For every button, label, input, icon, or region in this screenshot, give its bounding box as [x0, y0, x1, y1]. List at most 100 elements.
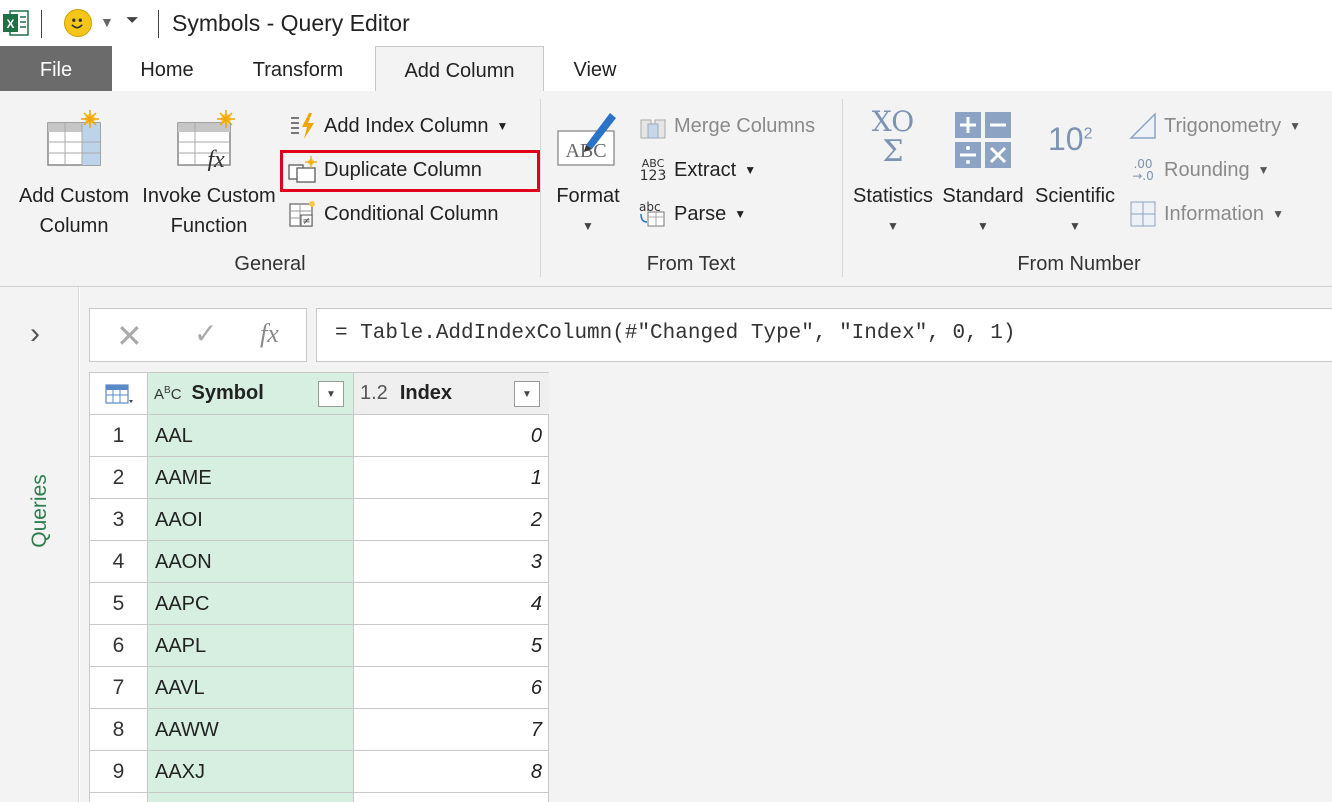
symbol-cell[interactable]: AAME	[148, 457, 354, 499]
invoke-custom-function-label-line2: Function	[170, 215, 248, 237]
table-menu-icon[interactable]	[90, 373, 148, 415]
invoke-custom-function-button[interactable]: fx Invoke Custom Function	[138, 107, 280, 247]
row-number[interactable]: 2	[90, 457, 148, 499]
conditional-column-button[interactable]: ≠ Conditional Column	[288, 197, 499, 231]
rounding-button[interactable]: .00 →.0 Rounding ▼	[1128, 153, 1270, 187]
symbol-cell[interactable]: AAVL	[148, 667, 354, 709]
cancel-formula-icon[interactable]: ✕	[116, 317, 143, 355]
feedback-dropdown-icon[interactable]: ▼	[100, 14, 114, 30]
row-number[interactable]: 4	[90, 541, 148, 583]
group-separator	[842, 99, 843, 277]
parse-button[interactable]: abc Parse ▼	[638, 197, 746, 231]
information-dropdown-icon[interactable]: ▼	[1272, 207, 1284, 221]
information-button[interactable]: Information ▼	[1128, 197, 1284, 231]
table-row-partial	[90, 793, 549, 802]
extract-dropdown-icon[interactable]: ▼	[744, 163, 756, 177]
rounding-dropdown-icon[interactable]: ▼	[1258, 163, 1270, 177]
row-number[interactable]: 8	[90, 709, 148, 751]
statistics-button[interactable]: XO Σ Statistics ▼	[848, 107, 938, 247]
decimal-type-icon[interactable]: 1.2	[360, 382, 388, 405]
column-header-symbol-label: Symbol	[191, 382, 264, 404]
add-custom-column-label-line2: Column	[39, 215, 109, 237]
table-row: 7 AAVL 6	[90, 667, 549, 709]
formula-text[interactable]: = Table.AddIndexColumn(#"Changed Type", …	[335, 322, 1016, 345]
formula-controls: ✕ ✓ fx	[89, 308, 307, 362]
queries-pane-label[interactable]: Queries	[28, 463, 52, 559]
index-cell[interactable]: 0	[354, 415, 549, 457]
parse-dropdown-icon[interactable]: ▼	[734, 207, 746, 221]
index-cell[interactable]: 4	[354, 583, 549, 625]
extract-button[interactable]: ABC 123 Extract ▼	[638, 153, 757, 187]
ribbon-tab-bar: File Home Transform Add Column View	[0, 46, 1332, 93]
column-header-symbol[interactable]: ABC Symbol ▼	[148, 373, 354, 415]
add-index-column-button[interactable]: Add Index Column ▼	[288, 109, 508, 143]
extract-icon-text-top: ABC	[641, 156, 665, 170]
format-dropdown-icon: ▼	[582, 219, 594, 233]
column-header-index[interactable]: 1.2 Index ▼	[354, 373, 549, 415]
index-cell[interactable]: 1	[354, 457, 549, 499]
row-number[interactable]: 9	[90, 751, 148, 793]
svg-text:X: X	[6, 17, 14, 31]
index-cell[interactable]: 7	[354, 709, 549, 751]
statistics-icon-top: XO	[871, 105, 915, 138]
tab-home[interactable]: Home	[120, 46, 214, 92]
parse-icon: abc	[638, 200, 668, 228]
symbol-cell[interactable]: AAXJ	[148, 751, 354, 793]
scientific-button[interactable]: 102 Scientific ▼	[1030, 107, 1120, 247]
add-index-column-dropdown-icon[interactable]: ▼	[497, 119, 509, 133]
statistics-label: Statistics	[852, 185, 934, 207]
scientific-label: Scientific	[1034, 185, 1116, 207]
smiley-feedback-icon[interactable]	[64, 9, 92, 37]
window-title: Symbols - Query Editor	[172, 10, 410, 36]
customize-qat-icon[interactable]: ⏷	[126, 12, 139, 30]
rounding-icon: .00 →.0	[1132, 157, 1154, 183]
add-custom-column-label-line1: Add Custom	[18, 185, 130, 207]
index-cell[interactable]: 6	[354, 667, 549, 709]
merge-columns-icon	[638, 112, 668, 140]
excel-icon[interactable]: X	[2, 9, 30, 37]
row-number[interactable]: 5	[90, 583, 148, 625]
format-button[interactable]: ABC Format ▼	[550, 107, 626, 247]
column-header-index-label: Index	[399, 382, 453, 404]
scientific-icon-exponent: 2	[1083, 125, 1093, 143]
fx-icon[interactable]: fx	[260, 319, 279, 349]
index-filter-dropdown-icon[interactable]: ▼	[514, 381, 540, 407]
symbol-cell-partial	[148, 793, 354, 802]
index-cell[interactable]: 5	[354, 625, 549, 667]
tab-view[interactable]: View	[553, 46, 637, 92]
tab-transform[interactable]: Transform	[228, 46, 368, 92]
index-cell[interactable]: 3	[354, 541, 549, 583]
extract-label: Extract	[674, 158, 737, 181]
group-label-from-number: From Number	[1017, 253, 1141, 275]
symbol-cell[interactable]: AAPC	[148, 583, 354, 625]
row-number[interactable]: 6	[90, 625, 148, 667]
text-type-icon[interactable]: ABC	[154, 385, 182, 403]
symbol-cell[interactable]: AAWW	[148, 709, 354, 751]
standard-button[interactable]: Standard ▼	[940, 107, 1026, 247]
row-number[interactable]: 1	[90, 415, 148, 457]
commit-formula-icon[interactable]: ✓	[194, 317, 217, 350]
symbol-cell[interactable]: AAON	[148, 541, 354, 583]
trigonometry-dropdown-icon[interactable]: ▼	[1289, 119, 1301, 133]
index-cell[interactable]: 2	[354, 499, 549, 541]
trigonometry-button[interactable]: Trigonometry ▼	[1128, 109, 1301, 143]
ribbon-add-column: Add Custom Column fx Invoke Custom Funct…	[0, 91, 1332, 287]
add-custom-column-icon	[47, 110, 101, 166]
row-number[interactable]: 3	[90, 499, 148, 541]
symbol-cell[interactable]: AAL	[148, 415, 354, 457]
formula-bar[interactable]: = Table.AddIndexColumn(#"Changed Type", …	[316, 308, 1332, 362]
expand-queries-chevron-icon[interactable]: ›	[30, 317, 40, 351]
index-cell[interactable]: 8	[354, 751, 549, 793]
row-number[interactable]: 7	[90, 667, 148, 709]
merge-columns-button[interactable]: Merge Columns	[638, 109, 815, 143]
symbol-filter-dropdown-icon[interactable]: ▼	[318, 381, 344, 407]
information-label: Information	[1164, 202, 1265, 225]
tab-file[interactable]: File	[0, 46, 112, 92]
svg-text:≠: ≠	[302, 216, 310, 227]
symbol-cell[interactable]: AAOI	[148, 499, 354, 541]
standard-operators-icon	[955, 112, 1011, 168]
add-custom-column-button[interactable]: Add Custom Column	[12, 107, 136, 247]
row-number-partial	[90, 793, 148, 802]
symbol-cell[interactable]: AAPL	[148, 625, 354, 667]
tab-add-column[interactable]: Add Column	[375, 46, 544, 93]
